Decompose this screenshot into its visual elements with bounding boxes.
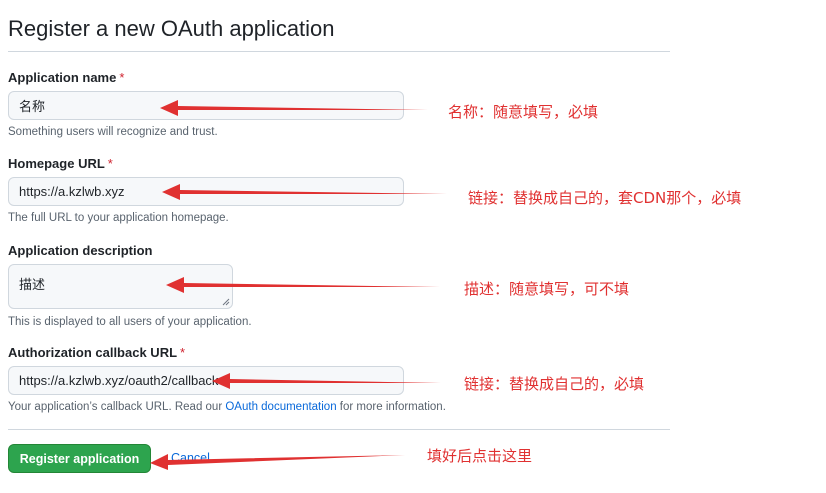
arrow-callback [212, 373, 441, 389]
arrow-button [150, 454, 405, 470]
arrow-description [166, 277, 440, 293]
arrow-name [160, 100, 428, 116]
arrow-homepage [162, 184, 447, 200]
callback-annotation: 链接：替换成自己的，必填 [464, 375, 645, 393]
annotation-arrows [150, 100, 447, 470]
name-annotation: 名称：随意填写，必填 [448, 103, 599, 121]
homepage-annotation: 链接：替换成自己的，套CDN那个，必填 [468, 189, 742, 207]
button-annotation: 填好后点击这里 [427, 447, 533, 465]
description-annotation: 描述：随意填写，可不填 [464, 280, 630, 298]
